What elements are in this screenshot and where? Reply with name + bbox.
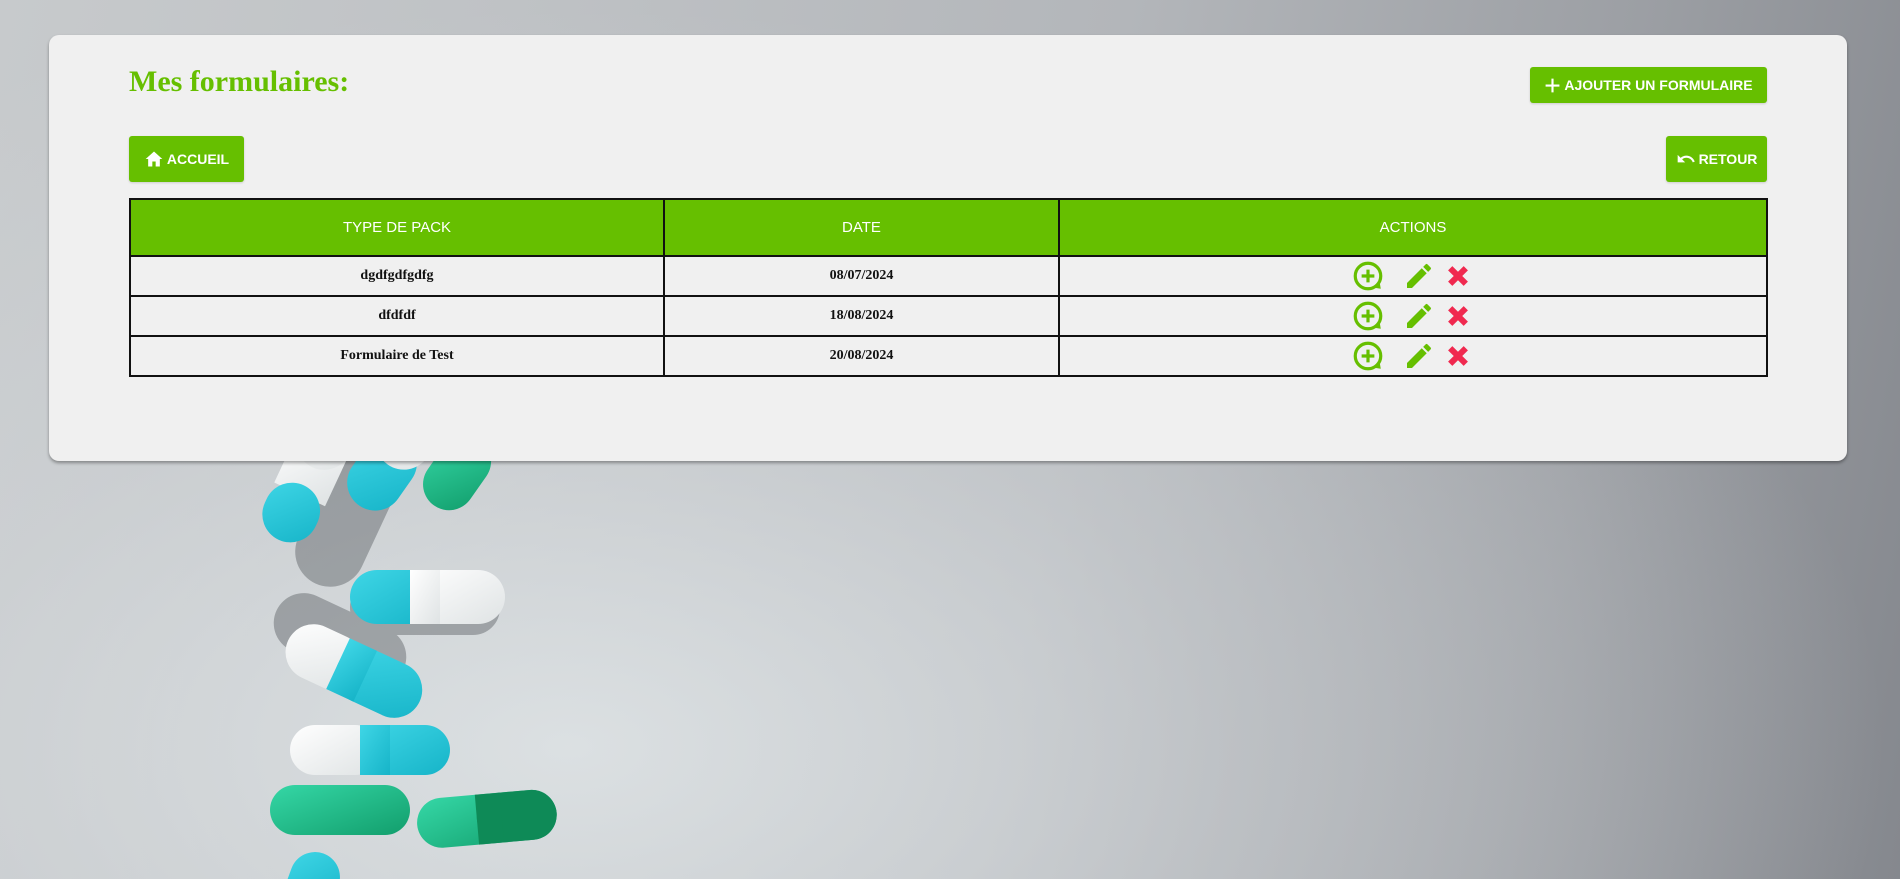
add-icon[interactable] xyxy=(1351,339,1385,373)
cell-date: 20/08/2024 xyxy=(663,335,1060,377)
add-icon[interactable] xyxy=(1351,259,1385,293)
cell-type: dgdfgdfgdfg xyxy=(129,255,665,297)
plus-icon xyxy=(1545,78,1560,92)
table-header-row: TYPE DE PACK DATE ACTIONS xyxy=(129,198,1768,257)
add-form-button[interactable]: AJOUTER UN FORMULAIRE xyxy=(1530,67,1767,103)
delete-icon[interactable] xyxy=(1441,299,1475,333)
edit-icon[interactable] xyxy=(1403,340,1435,372)
add-form-label: AJOUTER UN FORMULAIRE xyxy=(1564,77,1753,93)
edit-icon[interactable] xyxy=(1403,300,1435,332)
pills-background-image xyxy=(262,440,557,879)
header-type-de-pack: TYPE DE PACK xyxy=(129,198,665,257)
cell-type: dfdfdf xyxy=(129,295,665,337)
header-date: DATE xyxy=(663,198,1060,257)
back-label: RETOUR xyxy=(1698,151,1758,167)
page-title: Mes formulaires: xyxy=(129,65,350,98)
table-row: Formulaire de Test 20/08/2024 xyxy=(129,335,1768,377)
delete-icon[interactable] xyxy=(1441,259,1475,293)
forms-panel: Mes formulaires: AJOUTER UN FORMULAIRE A… xyxy=(49,35,1847,461)
cell-actions xyxy=(1058,255,1768,297)
forms-table: TYPE DE PACK DATE ACTIONS dgdfgdfgdfg 08… xyxy=(129,198,1768,377)
header-actions: ACTIONS xyxy=(1058,198,1768,257)
add-icon[interactable] xyxy=(1351,299,1385,333)
cell-type: Formulaire de Test xyxy=(129,335,665,377)
home-button[interactable]: ACCUEIL xyxy=(129,136,244,182)
cell-date: 18/08/2024 xyxy=(663,295,1060,337)
undo-icon xyxy=(1677,154,1695,163)
edit-icon[interactable] xyxy=(1403,260,1435,292)
back-button[interactable]: RETOUR xyxy=(1666,136,1767,182)
table-row: dfdfdf 18/08/2024 xyxy=(129,295,1768,337)
home-label: ACCUEIL xyxy=(166,151,230,167)
cell-date: 08/07/2024 xyxy=(663,255,1060,297)
home-icon xyxy=(145,151,163,167)
delete-icon[interactable] xyxy=(1441,339,1475,373)
cell-actions xyxy=(1058,295,1768,337)
cell-actions xyxy=(1058,335,1768,377)
table-row: dgdfgdfgdfg 08/07/2024 xyxy=(129,255,1768,297)
